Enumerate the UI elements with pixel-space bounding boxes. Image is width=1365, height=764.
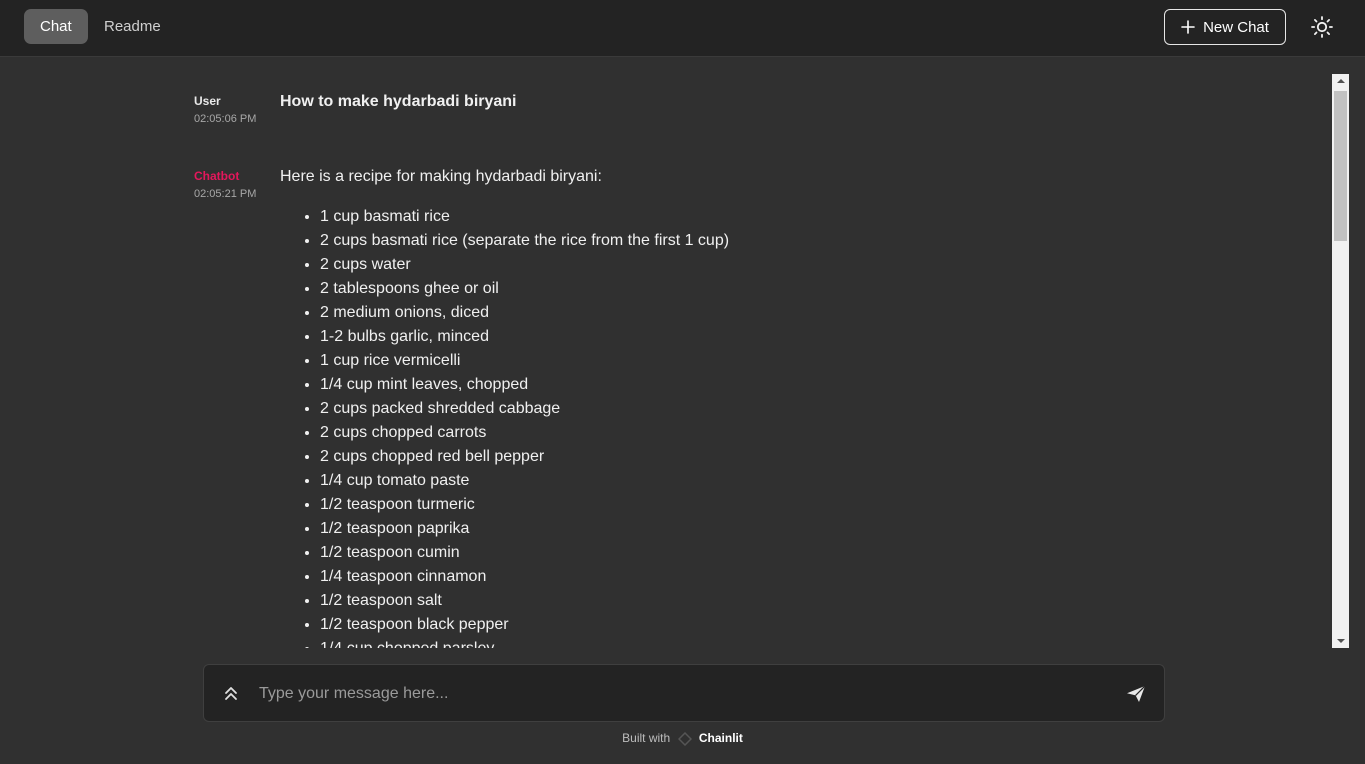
message-user: User 02:05:06 PM How to make hydarbadi b… [194,93,517,125]
ingredient-item: 1/2 teaspoon cumin [320,541,1180,565]
footer-brand[interactable]: Chainlit [699,731,743,745]
plus-icon [1181,20,1195,34]
theme-toggle-button[interactable] [1306,11,1338,43]
message-composer [203,664,1165,722]
message-content: Here is a recipe for making hydarbadi bi… [280,168,1180,648]
ingredient-item: 2 tablespoons ghee or oil [320,277,1180,301]
ingredient-item: 1/4 cup mint leaves, chopped [320,373,1180,397]
ingredient-item: 1/4 teaspoon cinnamon [320,565,1180,589]
scroll-up-arrow-icon[interactable] [1332,74,1349,88]
footer: Built with Chainlit [0,731,1365,746]
ingredient-item: 1-2 bulbs garlic, minced [320,325,1180,349]
new-chat-label: New Chat [1203,18,1269,36]
footer-built-with: Built with [622,731,671,745]
send-button[interactable] [1124,682,1148,706]
message-timestamp: 02:05:21 PM [194,188,257,200]
ingredient-item: 2 cups water [320,253,1180,277]
tab-readme[interactable]: Readme [88,9,177,44]
message-list: User 02:05:06 PM How to make hydarbadi b… [0,58,1330,648]
ingredient-item: 1/2 teaspoon turmeric [320,493,1180,517]
chevrons-up-icon [225,687,237,700]
ingredient-item: 2 medium onions, diced [320,301,1180,325]
ingredient-item: 2 cups basmati rice (separate the rice f… [320,229,1180,253]
message-author: Chatbot [194,169,240,183]
message-author: User [194,94,221,108]
tab-chat[interactable]: Chat [24,9,88,44]
ingredient-item: 2 cups chopped carrots [320,421,1180,445]
scroll-down-arrow-icon[interactable] [1332,634,1349,648]
message-chatbot: Chatbot 02:05:21 PM Here is a recipe for… [194,168,729,648]
sun-icon [1311,16,1333,38]
ingredient-item: 1/2 teaspoon paprika [320,517,1180,541]
ingredient-item: 1/4 cup tomato paste [320,469,1180,493]
ingredient-item: 1/2 teaspoon salt [320,589,1180,613]
chainlit-logo-icon [677,731,692,746]
scroll-thumb[interactable] [1334,91,1347,241]
message-input[interactable] [259,679,1109,709]
message-content: How to make hydarbadi biryani [280,93,517,110]
ingredient-item: 1 cup basmati rice [320,205,1180,229]
ingredient-item: 1 cup rice vermicelli [320,349,1180,373]
new-chat-button[interactable]: New Chat [1164,9,1286,45]
ingredient-item: 2 cups packed shredded cabbage [320,397,1180,421]
send-icon [1127,685,1146,702]
ingredient-item: 1/4 cup chopped parsley [320,637,1180,648]
message-timestamp: 02:05:06 PM [194,113,257,125]
expand-button[interactable] [220,682,242,704]
ingredient-item: 2 cups chopped red bell pepper [320,445,1180,469]
ingredient-list: 1 cup basmati rice2 cups basmati rice (s… [280,205,1180,648]
message-intro: Here is a recipe for making hydarbadi bi… [280,168,602,185]
top-bar: Chat Readme New Chat [0,0,1365,57]
ingredient-item: 1/2 teaspoon black pepper [320,613,1180,637]
scrollbar[interactable] [1332,74,1349,648]
